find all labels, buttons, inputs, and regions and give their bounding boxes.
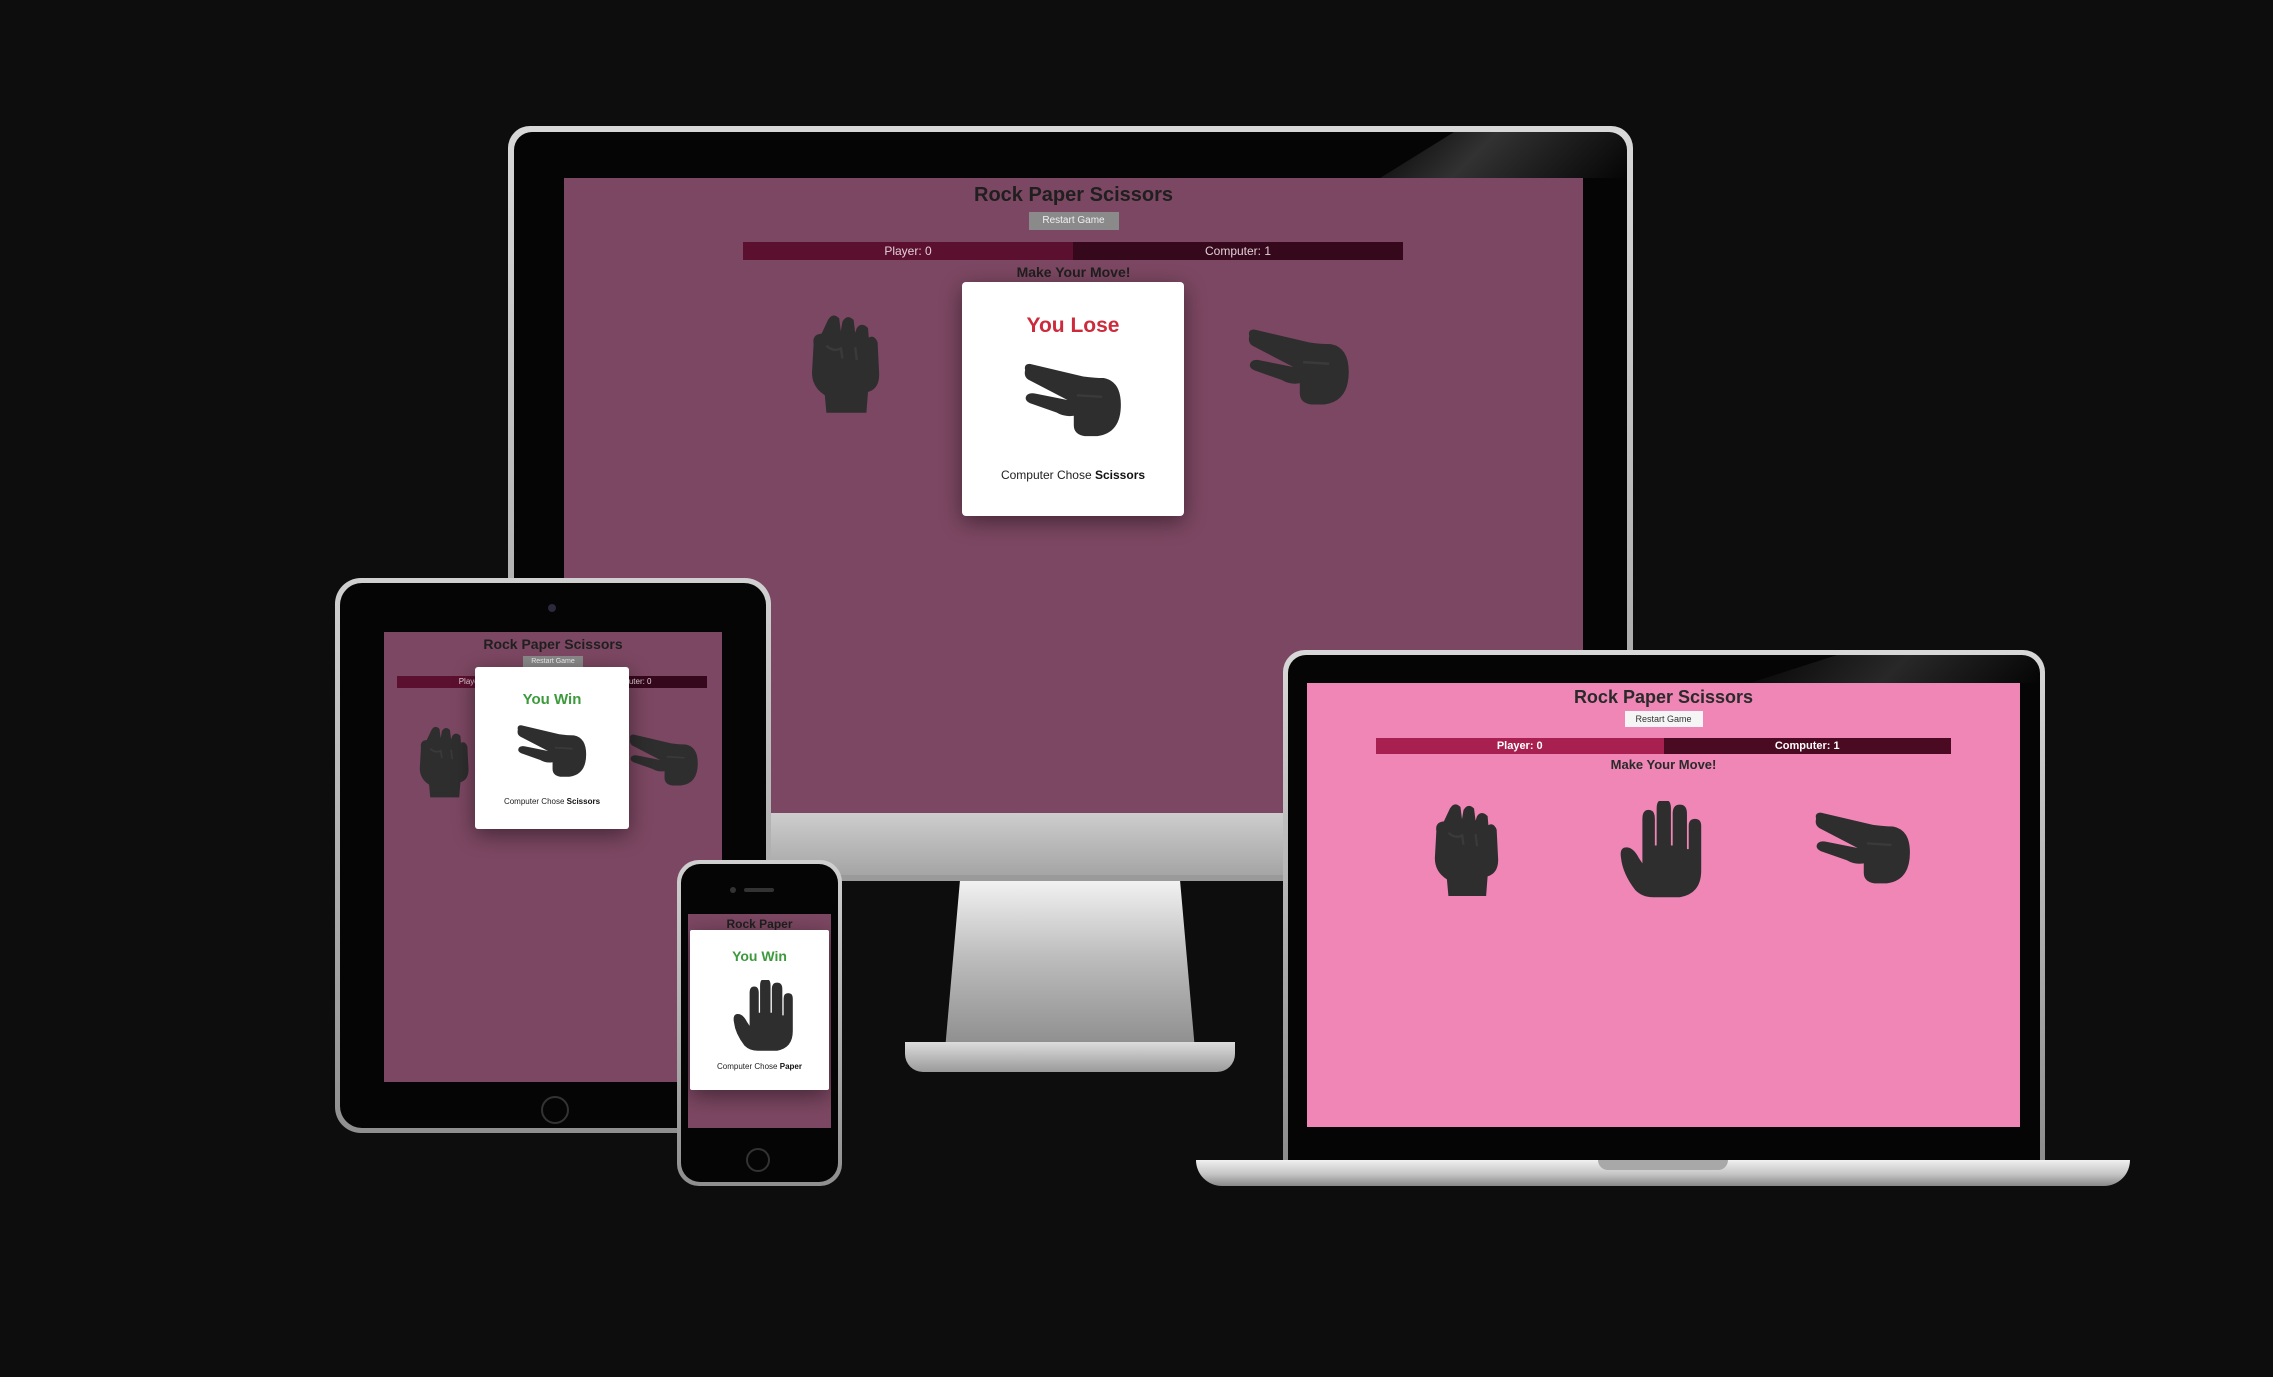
restart-button[interactable]: Restart Game <box>1028 212 1119 230</box>
result-text: You Win <box>522 691 582 708</box>
player-score: Player: 0 <box>1376 738 1664 754</box>
move-prompt: Make Your Move! <box>1016 264 1131 280</box>
computer-choice-prefix: Computer Chose <box>1000 468 1092 482</box>
computer-choice-value: Paper <box>779 1062 802 1071</box>
phone-speaker <box>744 888 774 892</box>
computer-choice-value: Scissors <box>566 797 601 806</box>
computer-choice-prefix: Computer Chose <box>717 1062 778 1071</box>
scissors-icon <box>1022 360 1124 440</box>
page-title: Rock Paper Scissors <box>974 184 1173 206</box>
computer-choice-value: Scissors <box>1095 468 1146 482</box>
computer-choice-text: Computer Chose Scissors <box>962 468 1184 482</box>
result-modal: You Win Computer Chose Paper <box>690 930 829 1090</box>
laptop-notch <box>1598 1160 1728 1170</box>
monitor-stand-neck <box>945 880 1195 1050</box>
scissors-icon[interactable] <box>1246 326 1352 408</box>
page-title: Rock Paper <box>726 917 793 931</box>
scissors-icon <box>515 723 589 779</box>
monitor-stand-base <box>905 1042 1235 1072</box>
scoreboard: Player: 0 Computer: 1 <box>743 242 1403 260</box>
tablet-home-button[interactable] <box>541 1096 569 1124</box>
scissors-icon[interactable] <box>628 732 700 788</box>
rock-icon[interactable] <box>414 724 472 800</box>
move-prompt: Make Your Move! <box>1610 757 1717 772</box>
rock-icon[interactable] <box>1427 801 1503 899</box>
scissors-icon[interactable] <box>1813 809 1913 887</box>
computer-choice-text: Computer Chose Scissors <box>475 797 629 806</box>
computer-score: Computer: 1 <box>1663 738 1951 754</box>
rock-icon[interactable] <box>804 312 884 416</box>
laptop-screen: Rock Paper Scissors Restart Game Player:… <box>1307 683 2020 1127</box>
scoreboard: Player: 0 Computer: 1 <box>1376 738 1951 754</box>
result-modal: You Win Computer Chose Scissors <box>475 667 629 829</box>
player-score: Player: 0 <box>743 242 1073 260</box>
tablet-camera <box>548 604 556 612</box>
paper-icon <box>730 980 798 1052</box>
result-text: You Win <box>732 948 787 964</box>
computer-choice-text: Computer Chose Paper <box>690 1062 829 1071</box>
result-modal: You Lose Computer Chose Scissors <box>962 282 1184 516</box>
phone-screen: Rock Paper You Win Computer Chose Paper <box>688 914 831 1128</box>
result-text: You Lose <box>1026 314 1120 337</box>
computer-choice-prefix: Computer Chose <box>503 797 565 806</box>
page-title: Rock Paper Scissors <box>483 636 623 652</box>
phone-camera <box>730 887 736 893</box>
computer-score: Computer: 1 <box>1073 242 1403 260</box>
tablet-screen: Rock Paper Scissors Restart Game Player:… <box>384 632 722 1082</box>
phone-home-button[interactable] <box>746 1148 770 1172</box>
paper-icon[interactable] <box>1617 801 1707 899</box>
page-title: Rock Paper Scissors <box>1573 687 1754 707</box>
restart-button[interactable]: Restart Game <box>1624 711 1703 727</box>
